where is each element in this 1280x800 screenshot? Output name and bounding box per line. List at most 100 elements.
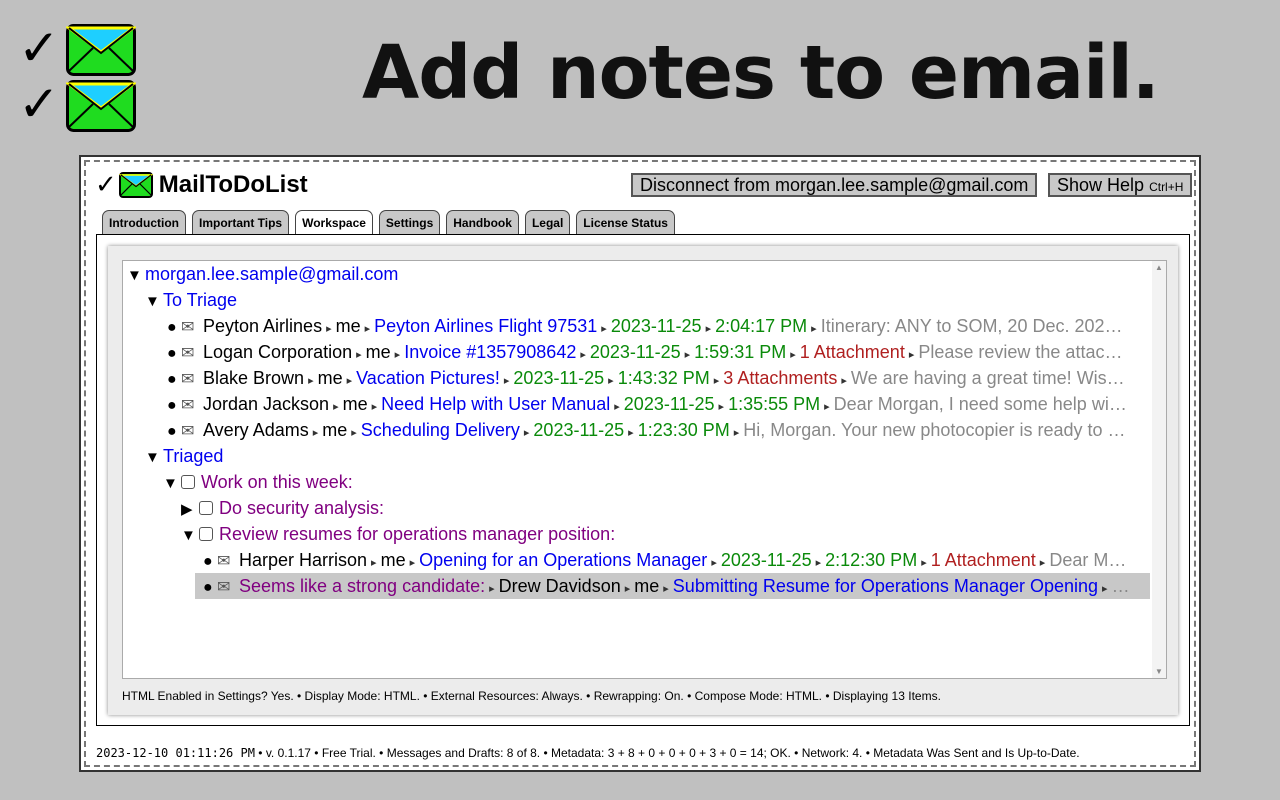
bullet-icon: ● [203, 579, 213, 596]
email-subject[interactable]: Peyton Airlines Flight 97531 [374, 316, 597, 336]
bullet-icon: ● [203, 553, 213, 570]
tab-important-tips[interactable]: Important Tips [191, 210, 290, 234]
mail-icon: ✉ [181, 319, 195, 336]
collapse-triangle-icon[interactable]: ▼ [145, 289, 163, 313]
email-attachments[interactable]: 1 Attachment [800, 342, 905, 362]
email-preview: We are having a great time! Wis… [850, 368, 1125, 388]
email-preview: … [1111, 576, 1130, 596]
task-security-analysis[interactable]: ▶ Do security analysis: [181, 495, 1150, 521]
app-name: MailToDoList [158, 171, 308, 198]
footer-info: • v. 0.1.17 • Free Trial. • Messages and… [254, 746, 1080, 760]
logo-row-1: ✓ [16, 22, 138, 76]
email-row[interactable]: ● ✉ Jordan Jackson ▸ me ▸ Need Help with User … [167, 391, 1150, 417]
envelope-icon [66, 80, 136, 132]
task-label[interactable]: Do security analysis: [219, 498, 384, 518]
email-from: Logan Corporation [203, 342, 353, 362]
mail-icon: ✉ [217, 579, 231, 596]
collapse-triangle-icon[interactable]: ▼ [181, 523, 199, 547]
app-window: ✓ MailToDoList Disconnect from morgan.le… [79, 155, 1201, 772]
app-footer: 2023-12-10 01:11:26 PM • v. 0.1.17 • Fre… [96, 746, 1080, 760]
email-from: Peyton Airlines [203, 316, 323, 336]
email-from: Jordan Jackson [203, 394, 330, 414]
email-to: me [335, 316, 361, 336]
folder-label[interactable]: To Triage [163, 290, 237, 310]
email-row-selected[interactable]: ● ✉ Seems like a strong candidate: ▸ Drew Da… [195, 573, 1150, 599]
email-subject[interactable]: Opening for an Operations Manager [419, 550, 707, 570]
folder-label[interactable]: Triaged [163, 446, 223, 466]
tab-license-status[interactable]: License Status [576, 210, 675, 234]
task-checkbox[interactable] [199, 527, 213, 541]
envelope-icon [66, 24, 136, 76]
tab-settings[interactable]: Settings [378, 210, 441, 234]
footer-timestamp: 2023-12-10 01:11:26 PM [96, 746, 255, 760]
email-note[interactable]: Seems like a strong candidate: [239, 576, 485, 596]
email-attachments[interactable]: 1 Attachment [931, 550, 1036, 570]
email-row[interactable]: ● ✉ Avery Adams ▸ me ▸ Scheduling Delivery ▸ 202… [167, 417, 1150, 443]
email-preview: Please review the attac… [918, 342, 1123, 362]
mail-icon: ✉ [181, 371, 195, 388]
collapse-triangle-icon[interactable]: ▼ [163, 471, 181, 495]
task-label[interactable]: Review resumes for operations manager po… [219, 524, 615, 544]
mail-icon: ✉ [181, 345, 195, 362]
email-subject[interactable]: Invoice #1357908642 [404, 342, 576, 362]
email-subject[interactable]: Scheduling Delivery [361, 420, 520, 440]
app-window-inner: ✓ MailToDoList Disconnect from morgan.le… [84, 160, 1196, 767]
workspace-status-bar: HTML Enabled in Settings? Yes. • Display… [122, 689, 941, 703]
collapse-triangle-icon[interactable]: ▼ [127, 263, 145, 287]
task-label[interactable]: Work on this week: [201, 472, 353, 492]
collapse-triangle-icon[interactable]: ▼ [145, 445, 163, 469]
scroll-up-icon[interactable]: ▲ [1155, 263, 1163, 272]
email-subject[interactable]: Need Help with User Manual [381, 394, 610, 414]
email-subject[interactable]: Submitting Resume for Operations Manager… [673, 576, 1098, 596]
checkmark-icon: ✓ [18, 75, 60, 133]
tree-folder-to-triage[interactable]: ▼ To Triage [145, 287, 1150, 313]
task-work-this-week[interactable]: ▼ Work on this week: [163, 469, 1150, 495]
email-from: Blake Brown [203, 368, 305, 388]
email-attachments[interactable]: 3 Attachments [723, 368, 837, 388]
tab-workspace[interactable]: Workspace [295, 210, 373, 236]
expand-triangle-icon[interactable]: ▶ [181, 497, 199, 521]
email-date: 2023-11-25 [610, 316, 702, 336]
show-help-button[interactable]: Show Help Ctrl+H [1048, 173, 1193, 197]
email-from: Harper Harrison [239, 550, 368, 570]
email-to: me [380, 550, 406, 570]
email-time: 1:23:30 PM [637, 420, 730, 440]
mail-tree[interactable]: ▼ morgan.lee.sample@gmail.com ▼ To Triage … [122, 260, 1167, 679]
email-time: 2:04:17 PM [715, 316, 808, 336]
task-checkbox[interactable] [181, 475, 195, 489]
email-subject[interactable]: Vacation Pictures! [356, 368, 500, 388]
tab-handbook[interactable]: Handbook [446, 210, 519, 234]
email-row[interactable]: ● ✉ Harper Harrison ▸ me ▸ Opening for an Oper… [203, 547, 1150, 573]
vertical-scrollbar[interactable]: ▲ ▼ [1152, 261, 1166, 678]
email-from: Avery Adams [203, 420, 309, 440]
email-to: me [342, 394, 368, 414]
email-date: 2023-11-25 [589, 342, 681, 362]
envelope-icon [118, 172, 153, 198]
email-preview: Dear M… [1049, 550, 1127, 570]
show-help-label: Show Help [1057, 175, 1145, 195]
account-label[interactable]: morgan.lee.sample@gmail.com [145, 264, 398, 284]
email-to: me [322, 420, 348, 440]
email-to: me [365, 342, 391, 362]
checkmark-icon: ✓ [95, 170, 117, 200]
email-to: me [317, 368, 343, 388]
bullet-icon: ● [167, 397, 177, 414]
mail-icon: ✉ [181, 397, 195, 414]
task-review-resumes[interactable]: ▼ Review resumes for operations manager p… [181, 521, 1150, 547]
tree-folder-triaged[interactable]: ▼ Triaged [145, 443, 1150, 469]
email-row[interactable]: ● ✉ Logan Corporation ▸ me ▸ Invoice #13579086… [167, 339, 1150, 365]
email-row[interactable]: ● ✉ Peyton Airlines ▸ me ▸ Peyton Airlines Fli… [167, 313, 1150, 339]
workspace-inner: ▼ morgan.lee.sample@gmail.com ▼ To Triage … [108, 246, 1178, 715]
show-help-shortcut: Ctrl+H [1149, 180, 1184, 194]
email-row[interactable]: ● ✉ Blake Brown ▸ me ▸ Vacation Pictures! ▸ 2023… [167, 365, 1150, 391]
email-preview: Dear Morgan, I need some help wi… [833, 394, 1127, 414]
mail-icon: ✉ [181, 423, 195, 440]
page-headline: Add notes to email. [362, 30, 1160, 116]
task-checkbox[interactable] [199, 501, 213, 515]
tab-introduction[interactable]: Introduction [102, 210, 186, 234]
disconnect-button[interactable]: Disconnect from morgan.lee.sample@gmail.… [631, 173, 1038, 197]
scroll-down-icon[interactable]: ▼ [1155, 667, 1163, 676]
tree-account[interactable]: ▼ morgan.lee.sample@gmail.com [127, 261, 1150, 287]
tab-legal[interactable]: Legal [524, 210, 571, 234]
email-preview: Itinerary: ANY to SOM, 20 Dec. 202… [820, 316, 1123, 336]
